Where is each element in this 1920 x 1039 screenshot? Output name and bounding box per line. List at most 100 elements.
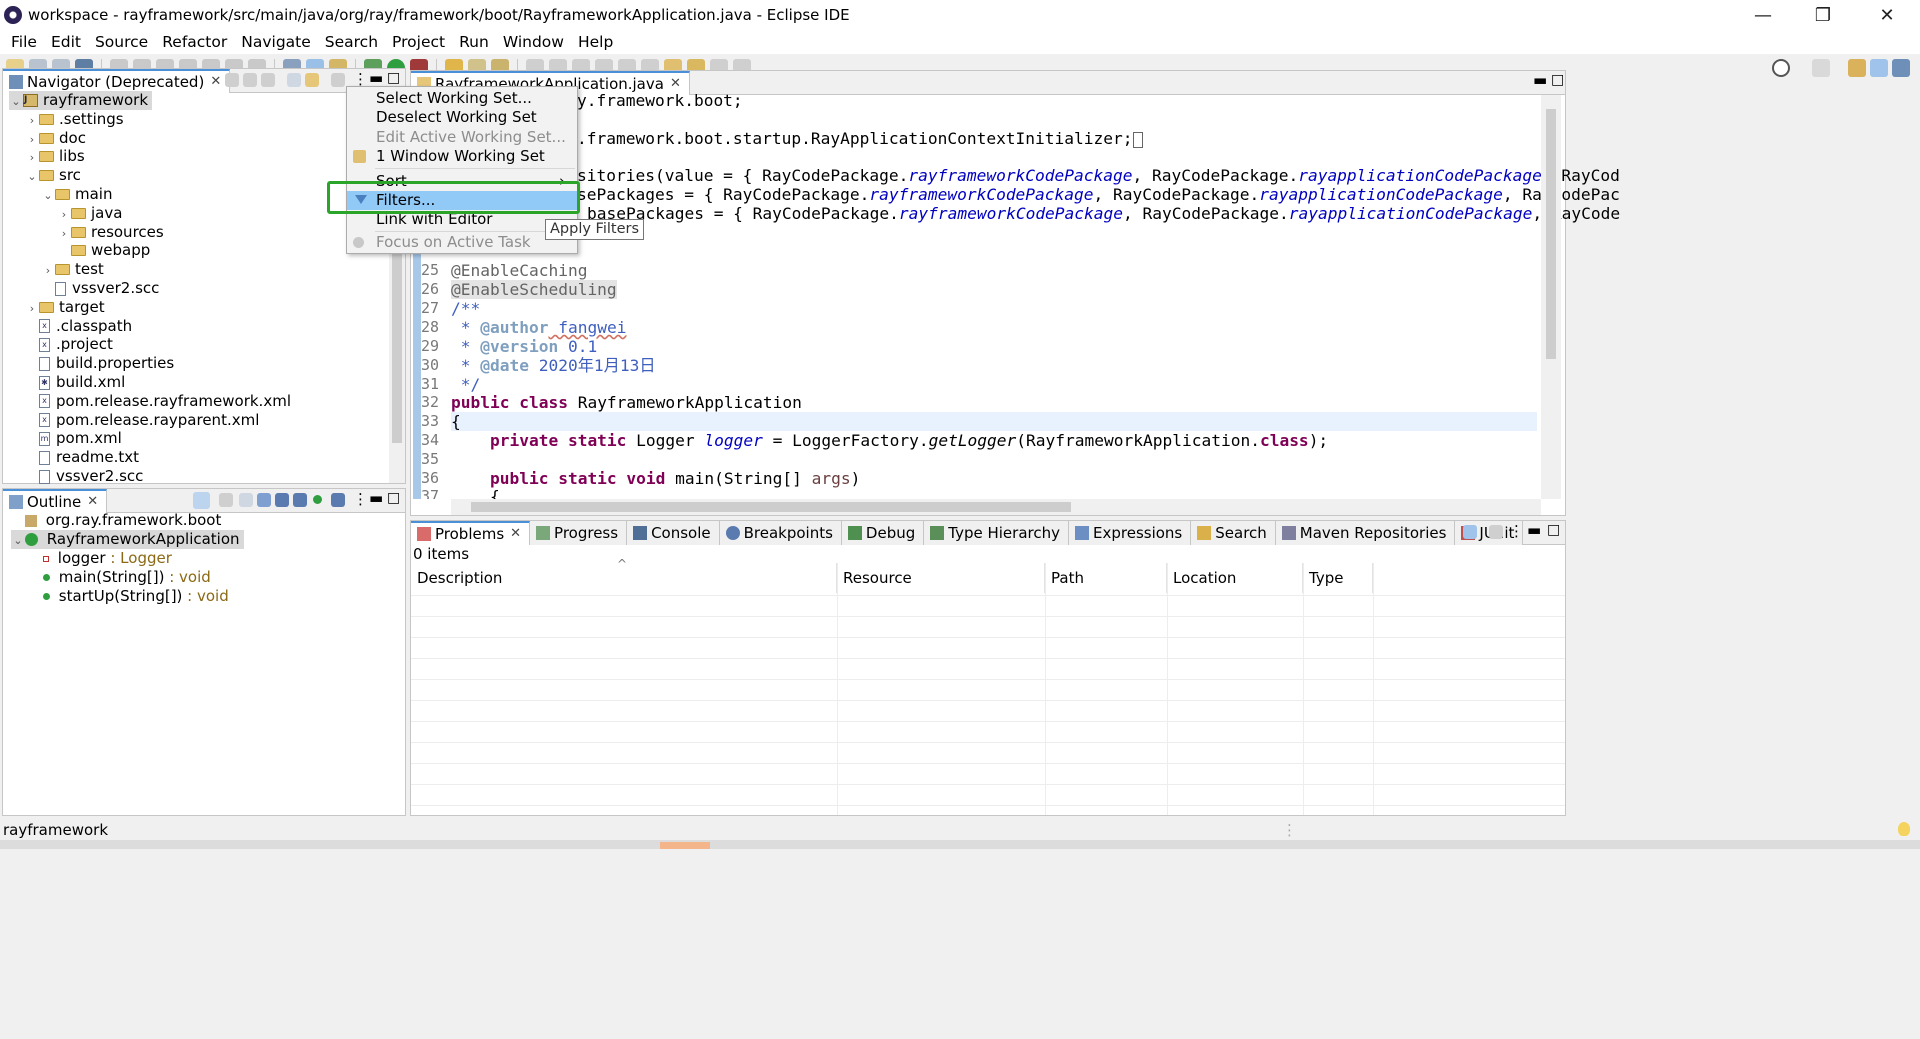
navigator-item[interactable]: ⌄ main [41,185,112,204]
menu-edit[interactable]: Edit [44,33,88,51]
menu-navigate[interactable]: Navigate [234,33,318,51]
navigator-item[interactable]: x pom.release.rayparent.xml [25,411,259,430]
chevron-right-icon[interactable]: › [25,111,39,130]
tab-navigator[interactable]: Navigator (Deprecated) ✕ [3,68,231,93]
navigator-item[interactable]: › target [25,298,105,317]
focus-icon[interactable] [1489,525,1503,539]
tab-type-hierarchy[interactable]: Type Hierarchy [924,520,1069,545]
chevron-right-icon[interactable]: › [25,299,39,318]
minimize-view-icon[interactable]: ▬ [1527,521,1541,539]
navigator-item[interactable]: ⌄ rayframework [9,91,153,111]
chevron-down-icon[interactable]: ⌄ [9,92,23,111]
view-menu-icon[interactable]: ⋮ [353,490,368,508]
hide-fields-icon[interactable] [275,493,289,507]
minimize-button[interactable]: — [1734,0,1792,30]
maximize-view-icon[interactable]: □ [387,490,400,506]
outline-item-method[interactable]: main(String[]) : void [43,568,211,587]
navigator-item[interactable]: m pom.xml [25,429,122,448]
close-icon[interactable]: ✕ [87,494,98,509]
tab-maven-repositories[interactable]: Maven Repositories [1275,520,1456,545]
column-resource[interactable]: Resource [837,563,1045,593]
navigator-item[interactable]: readme.txt [25,448,139,467]
sort-icon[interactable] [193,492,210,509]
tab-outline[interactable]: Outline ✕ [3,488,108,513]
minimize-view-icon[interactable]: ▬ [369,69,383,87]
navigator-item[interactable]: x .project [25,335,113,354]
column-path[interactable]: Path [1045,563,1167,593]
column-type[interactable]: Type [1303,563,1373,593]
close-icon[interactable]: ✕ [210,74,221,89]
debug-perspective-icon[interactable] [1892,59,1910,77]
chevron-down-icon[interactable]: ⌄ [41,186,55,205]
focus-icon[interactable] [219,493,233,507]
menu-file[interactable]: File [4,33,44,51]
chevron-right-icon[interactable]: › [41,261,55,280]
navigator-item[interactable]: x .classpath [25,317,132,336]
chevron-right-icon[interactable]: › [57,224,71,243]
tab-progress[interactable]: Progress [530,520,628,545]
navigator-item[interactable]: › .settings [25,110,124,129]
search-icon[interactable] [1772,59,1790,77]
collapse-all-icon[interactable] [287,73,301,87]
navigator-item[interactable]: › resources [57,223,164,242]
chevron-right-icon[interactable]: › [25,130,39,149]
minimize-view-icon[interactable]: ▬ [369,489,383,507]
editor-vertical-scrollbar[interactable] [1541,95,1561,499]
outline-item-package[interactable]: org.ray.framework.boot [11,511,221,530]
minimize-view-icon[interactable]: ▬ [1533,71,1547,89]
maximize-view-icon[interactable]: □ [387,70,400,86]
java-editor[interactable]: RayframeworkApplication.java ✕ ▬ □ y.fra… [410,70,1620,516]
chevron-down-icon[interactable]: ⌄ [25,167,39,186]
up-icon[interactable] [261,73,275,87]
sort-members-icon[interactable] [257,493,271,507]
menu-source[interactable]: Source [88,33,155,51]
tab-breakpoints[interactable]: Breakpoints [719,520,842,545]
outline-item-field[interactable]: logger : Logger [43,549,172,568]
maximize-button[interactable]: ❐ [1794,0,1852,30]
menu-project[interactable]: Project [385,33,452,51]
filter-icon[interactable] [331,73,345,87]
maximize-view-icon[interactable]: □ [1547,522,1560,538]
close-button[interactable]: ✕ [1858,0,1916,30]
tab-debug[interactable]: Debug [841,520,925,545]
tab-console[interactable]: Console [627,520,720,545]
outline-item-class[interactable]: ⌄ RayframeworkApplication [11,530,244,549]
close-icon[interactable]: ✕ [670,76,681,91]
navigator-item[interactable]: ⌄ src [25,166,81,185]
menu-search[interactable]: Search [318,33,385,51]
filter-icon[interactable] [1463,525,1477,539]
java-ee-perspective-icon[interactable] [1848,59,1866,77]
open-perspective-icon[interactable] [1812,59,1830,77]
close-icon[interactable]: ✕ [510,526,521,541]
lightbulb-icon[interactable] [1898,822,1910,836]
editor-horizontal-scrollbar[interactable] [451,499,1541,515]
navigator-item[interactable]: › libs [25,147,85,166]
navigator-item[interactable]: › test [41,260,104,279]
tab-expressions[interactable]: Expressions [1069,520,1192,545]
navigator-item[interactable]: ✱ build.xml [25,373,125,392]
link-editor-icon[interactable] [305,73,319,87]
hide-local-types-icon[interactable] [331,493,345,507]
column-location[interactable]: Location [1167,563,1303,593]
tab-search[interactable]: Search [1191,520,1276,545]
chevron-right-icon[interactable]: › [57,205,71,224]
menu-item-deselect-working-set[interactable]: Deselect Working Set [347,108,577,127]
outline-item-method[interactable]: startUp(String[]) : void [43,587,229,606]
navigator-item[interactable]: x pom.release.rayframework.xml [25,392,291,411]
menu-help[interactable]: Help [571,33,620,51]
java-perspective-icon[interactable] [1870,59,1888,77]
navigator-item[interactable]: › doc [25,129,86,148]
forward-nav-icon[interactable] [243,73,257,87]
navigator-item[interactable]: webapp [57,241,150,260]
menu-item-window-working-set[interactable]: 1 Window Working Set [347,147,577,166]
back-nav-icon[interactable] [225,73,239,87]
menu-window[interactable]: Window [496,33,571,51]
hide-static-icon[interactable] [293,493,307,507]
navigator-item[interactable]: vssver2.scc [41,279,159,298]
view-menu-icon[interactable]: ⋮ [1509,522,1524,540]
menu-item-select-working-set[interactable]: Select Working Set... [347,89,577,108]
tab-problems[interactable]: Problems ✕ [411,520,531,545]
maximize-view-icon[interactable]: □ [1551,72,1564,88]
navigator-item[interactable]: vssver2.scc [25,467,143,486]
menu-run[interactable]: Run [452,33,496,51]
